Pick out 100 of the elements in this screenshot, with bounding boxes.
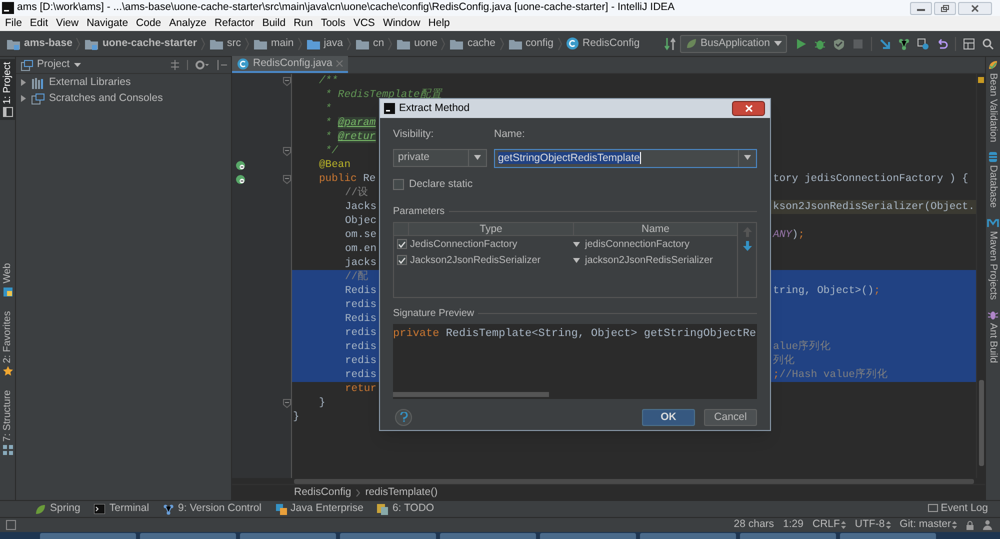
status-widget[interactable]: UTF-8	[854, 517, 891, 533]
ok-button[interactable]: OK	[642, 408, 695, 426]
menu-item[interactable]: Help	[428, 16, 450, 32]
revert-icon[interactable]	[936, 38, 948, 50]
bean-icon[interactable]	[234, 174, 246, 184]
tool-window-button[interactable]: 2: Favorites	[0, 308, 15, 379]
update-icon[interactable]	[879, 38, 891, 50]
tool-window-button[interactable]: 7: Structure	[0, 386, 15, 458]
menu-item[interactable]: Tools	[320, 16, 346, 32]
maximize-button[interactable]	[934, 2, 956, 14]
fold-icon[interactable]	[282, 174, 290, 184]
close-button[interactable]	[958, 2, 992, 14]
run-icon[interactable]	[795, 38, 807, 50]
shield-icon[interactable]	[833, 38, 845, 50]
lock-icon[interactable]	[966, 520, 974, 530]
tool-window-button[interactable]: 6: TODO	[377, 501, 434, 517]
scrollbar-thumb[interactable]	[393, 392, 549, 396]
close-icon[interactable]	[336, 60, 344, 67]
square-icon[interactable]	[6, 520, 16, 530]
collapsed-arrow-icon[interactable]	[20, 95, 27, 102]
tree-item[interactable]: External Libraries	[49, 74, 131, 90]
gear-icon[interactable]	[195, 60, 209, 70]
commit-icon[interactable]	[898, 38, 910, 50]
fold-icon[interactable]	[282, 146, 290, 156]
menu-item[interactable]: Navigate	[86, 16, 128, 32]
history-icon[interactable]	[917, 38, 929, 50]
breadcrumb[interactable]: config	[508, 36, 554, 52]
collapse-icon[interactable]	[170, 60, 180, 70]
tree-item[interactable]: Scratches and Consoles	[49, 90, 163, 106]
cancel-button[interactable]: Cancel	[704, 408, 757, 426]
menu-item[interactable]: VCS	[353, 16, 375, 32]
fold-icon[interactable]	[282, 76, 290, 86]
caret-icon[interactable]	[571, 258, 583, 262]
status-widget[interactable]: Git: master	[900, 517, 957, 533]
tool-window-button[interactable]: Database	[986, 152, 1000, 208]
minimize-button[interactable]	[910, 2, 932, 14]
scrollbar-thumb[interactable]	[294, 478, 974, 484]
menu-item[interactable]: File	[5, 16, 22, 32]
checkbox-label[interactable]: Declare static	[409, 176, 473, 192]
caret-icon[interactable]	[571, 242, 583, 246]
window-title: ams [D:\work\ams] - ...\ams-base\uone-cache-starter\src\main\java\cn\uone\cache\config\RedisConfig.java [uone-cache-starter] - IntelliJ IDEA	[17, 0, 675, 16]
tool-window-button[interactable]: 9: Version Control	[163, 501, 262, 517]
tool-window-button[interactable]: Java Enterprise	[276, 501, 364, 517]
checkbox[interactable]	[397, 239, 407, 249]
code-text: }	[319, 396, 326, 410]
breadcrumb[interactable]: redisTemplate()	[365, 484, 438, 500]
tool-window-button[interactable]: Maven Projects	[986, 218, 1000, 300]
breadcrumb[interactable]: ams-base	[6, 36, 72, 52]
collapsed-arrow-icon[interactable]	[20, 79, 27, 86]
breadcrumb[interactable]: src	[208, 36, 241, 52]
menu-item[interactable]: Analyze	[169, 16, 207, 32]
checkbox[interactable]	[393, 179, 404, 190]
search-icon[interactable]	[982, 38, 994, 50]
checkbox[interactable]	[397, 255, 407, 265]
run-configuration-dropdown[interactable]: BusApplication	[680, 34, 787, 52]
hide-icon[interactable]	[217, 60, 227, 70]
tool-window-button[interactable]: Terminal	[94, 501, 150, 517]
tool-window-button[interactable]: Event Log	[928, 501, 1000, 517]
tool-window-button[interactable]: Spring	[35, 501, 80, 517]
visibility-dropdown[interactable]: private	[393, 148, 487, 167]
menu-item[interactable]: Window	[382, 16, 420, 32]
menu-item[interactable]: Edit	[30, 16, 48, 32]
chevron-icon	[347, 36, 352, 50]
scrollbar-thumb[interactable]	[978, 380, 984, 466]
panel-title[interactable]: Project	[37, 57, 70, 73]
menu-item[interactable]: View	[56, 16, 79, 32]
breadcrumb[interactable]: uone-cache-starter	[84, 36, 197, 52]
code-text: //设	[345, 186, 369, 200]
breadcrumb[interactable]: java	[306, 36, 344, 52]
close-button[interactable]	[732, 101, 765, 116]
bug-icon[interactable]	[814, 38, 826, 50]
arrow-down-icon[interactable]	[742, 240, 752, 250]
tool-window-button[interactable]: Web	[0, 260, 15, 300]
breadcrumb[interactable]: main	[252, 36, 294, 52]
tool-window-button[interactable]: Ant Build	[986, 310, 1000, 364]
column-header[interactable]: Name	[574, 222, 737, 234]
menu-item[interactable]: Build	[262, 16, 286, 32]
breadcrumb[interactable]: cn	[355, 36, 384, 52]
column-header[interactable]: Type	[409, 222, 574, 234]
grid-icon[interactable]	[963, 38, 975, 50]
stop-icon[interactable]	[852, 38, 864, 50]
editor-tab[interactable]: RedisConfig.java	[232, 56, 348, 73]
breadcrumb[interactable]: RedisConfig	[294, 484, 352, 500]
person-icon[interactable]	[983, 520, 992, 530]
fold-icon[interactable]	[282, 398, 290, 408]
code-text: tory jedisConnectionFactory ) {	[773, 172, 968, 186]
tool-window-button[interactable]: Bean Validation	[986, 60, 1000, 142]
bean-icon[interactable]	[234, 160, 246, 170]
breadcrumb[interactable]: uone	[396, 36, 438, 52]
menu-item[interactable]: Code	[136, 16, 162, 32]
chevron-icon	[244, 36, 249, 50]
chevron-icon	[558, 36, 562, 50]
menu-item[interactable]: Refactor	[214, 16, 254, 32]
help-button[interactable]	[395, 408, 412, 426]
tool-window-button[interactable]: 1: Project	[0, 59, 15, 120]
name-field[interactable]: getStringObjectRedisTemplate	[494, 148, 757, 168]
breadcrumb[interactable]: RedisConfig	[566, 36, 640, 52]
menu-item[interactable]: Run	[294, 16, 313, 32]
breadcrumb[interactable]: cache	[449, 36, 496, 52]
status-widget[interactable]: CRLF	[812, 517, 846, 533]
